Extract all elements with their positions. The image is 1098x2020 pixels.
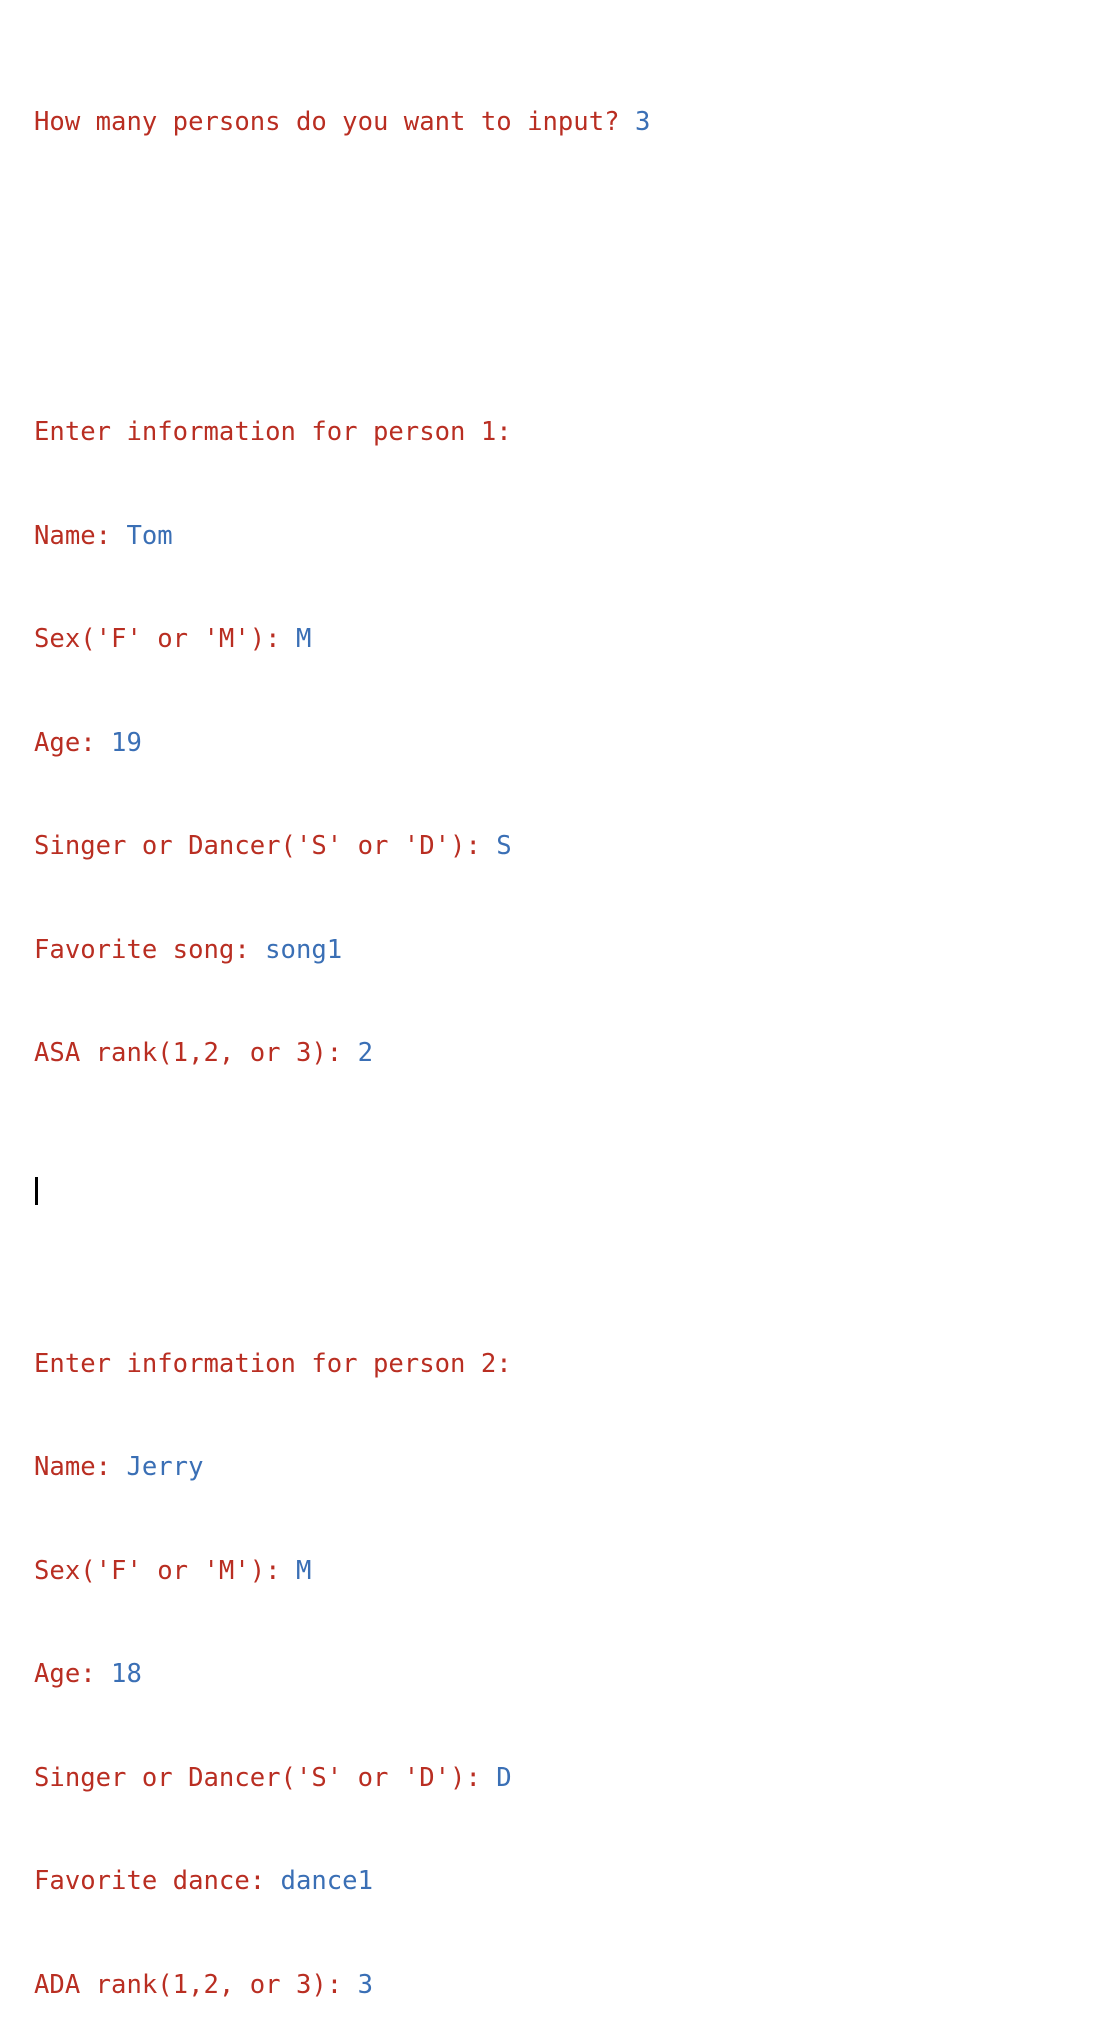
- terminal-output[interactable]: How many persons do you want to input? 3…: [0, 0, 1098, 2000]
- role-label: Singer or Dancer('S' or 'D'):: [34, 1762, 497, 1793]
- age-value: 18: [111, 1659, 142, 1689]
- favorite-label: Favorite dance:: [34, 1866, 281, 1896]
- favorite-value: song1: [265, 934, 343, 965]
- text-caret: [35, 1177, 38, 1205]
- rank-value: 3: [357, 1969, 374, 2000]
- person-rank-line: ASA rank(1,2, or 3): 2: [34, 1036, 1098, 1071]
- name-value: Tom: [126, 520, 173, 551]
- person-sex-line: Sex('F' or 'M'): M: [34, 1554, 1098, 1589]
- person-rank-line: ADA rank(1,2, or 3): 3: [34, 1968, 1098, 2003]
- sex-label: Sex('F' or 'M'):: [34, 1555, 296, 1586]
- person-name-line: Name: Jerry: [34, 1450, 1098, 1485]
- person-name-line: Name: Tom: [34, 519, 1098, 554]
- person-role-line: Singer or Dancer('S' or 'D'): D: [34, 1761, 1098, 1796]
- count-prompt-label: How many persons do you want to input?: [34, 106, 635, 137]
- name-label: Name:: [34, 520, 127, 551]
- person-age-line: Age: 18: [34, 1657, 1098, 1692]
- count-prompt-line: How many persons do you want to input? 3: [34, 105, 1098, 140]
- person-favorite-line: Favorite song: song1: [34, 933, 1098, 968]
- favorite-label: Favorite song:: [34, 934, 266, 965]
- role-value: D: [496, 1762, 512, 1793]
- person-header: Enter information for person 1:: [34, 417, 512, 447]
- active-input-line[interactable]: [34, 1174, 1098, 1209]
- sex-value: M: [295, 1555, 312, 1586]
- role-value: S: [496, 831, 512, 861]
- person-favorite-line: Favorite dance: dance1: [34, 1864, 1098, 1899]
- age-value: 19: [111, 727, 142, 758]
- rank-label: ADA rank(1,2, or 3):: [34, 1969, 358, 2000]
- person-role-line: Singer or Dancer('S' or 'D'): S: [34, 829, 1098, 864]
- name-label: Name:: [34, 1452, 127, 1482]
- person-age-line: Age: 19: [34, 726, 1098, 761]
- age-label: Age:: [34, 727, 112, 758]
- rank-value: 2: [357, 1038, 374, 1068]
- person-header: Enter information for person 2:: [34, 1348, 512, 1379]
- favorite-value: dance1: [280, 1866, 373, 1896]
- age-label: Age:: [34, 1659, 112, 1689]
- sex-label: Sex('F' or 'M'):: [34, 624, 296, 654]
- role-label: Singer or Dancer('S' or 'D'):: [34, 831, 497, 861]
- person-sex-line: Sex('F' or 'M'): M: [34, 622, 1098, 657]
- sex-value: M: [295, 624, 312, 654]
- rank-label: ASA rank(1,2, or 3):: [34, 1038, 358, 1068]
- name-value: Jerry: [126, 1452, 204, 1482]
- count-input-value: 3: [634, 106, 651, 137]
